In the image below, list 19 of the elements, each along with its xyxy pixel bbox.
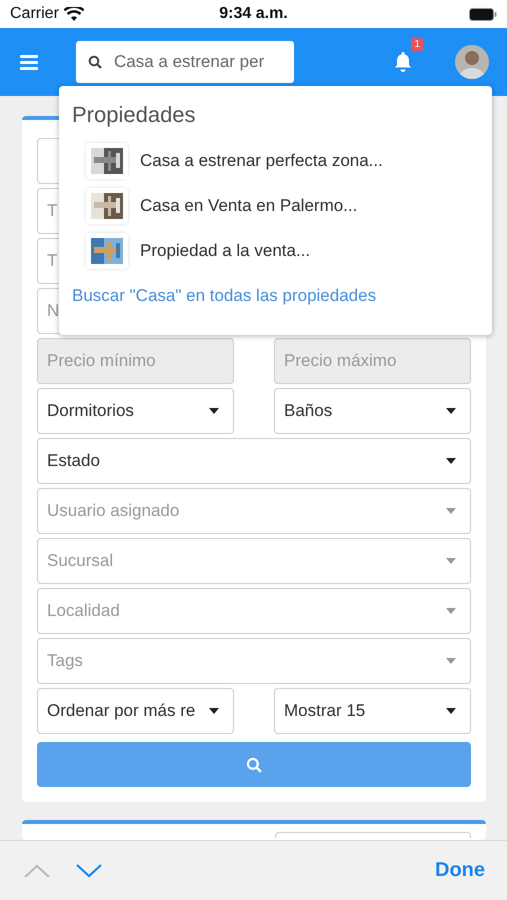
select-field[interactable]: Dormitorios [37,388,234,434]
notification-badge: 1 [411,38,423,51]
suggestion-item[interactable]: Propiedad a la venta... [140,240,310,260]
done-button[interactable]: Done [435,859,485,882]
dropdown-title: Propiedades [72,102,197,128]
clock-time: 9:34 a.m. [218,5,289,23]
select-field[interactable]: Usuario asignado [37,488,471,534]
suggestion-item[interactable]: Casa en Venta en Palermo... [140,196,358,216]
select-field[interactable]: Ordenar por más re [37,688,234,734]
select-field[interactable]: Localidad [37,588,471,634]
select-field[interactable]: Mostrar 15 [274,688,471,734]
carrier-name: Carrier [10,5,59,23]
suggestion-item[interactable]: Casa a estrenar perfecta zona... [140,150,383,170]
select-field[interactable]: Baños [274,388,471,434]
search-field[interactable]: Casa a estrenar per [76,41,294,83]
search-all-link[interactable]: Buscar "Casa" en todas las propiedades [72,286,479,306]
select-field[interactable]: Tags [37,638,471,684]
select-field[interactable]: Estado [37,438,471,484]
select-field[interactable]: Sucursal [37,538,471,584]
